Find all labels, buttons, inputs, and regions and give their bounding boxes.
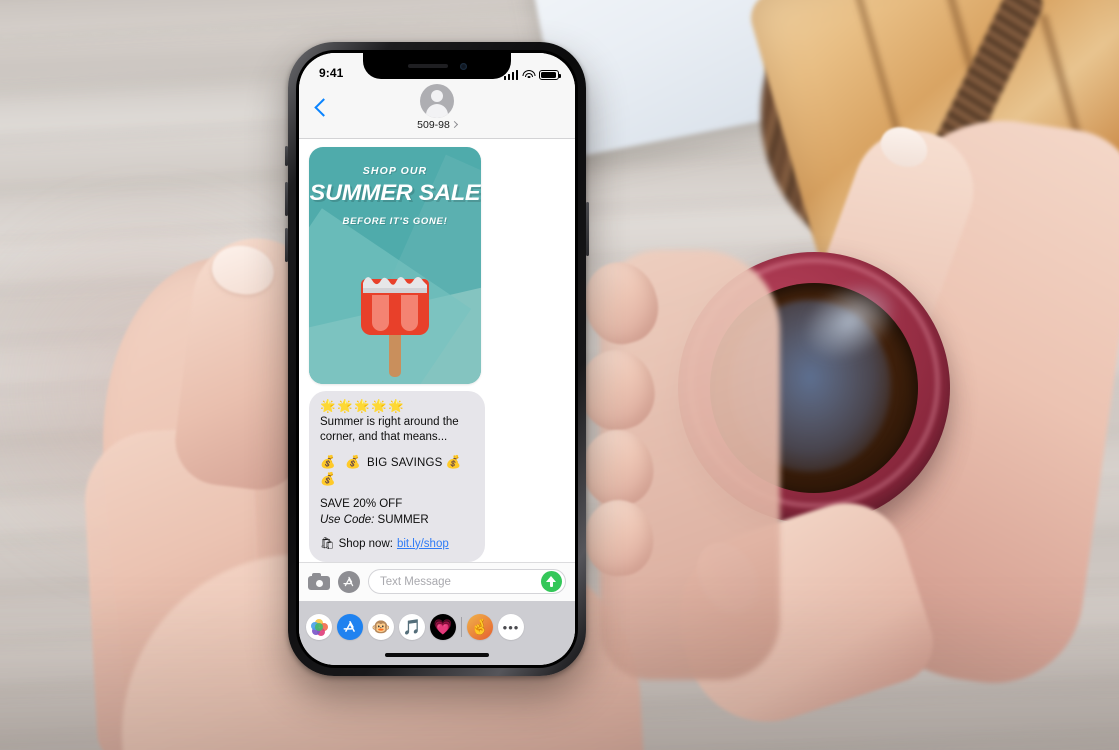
memoji-icon[interactable]: 🐵 bbox=[368, 614, 394, 640]
text-message-input[interactable]: Text Message bbox=[368, 569, 566, 594]
chevron-right-icon bbox=[450, 120, 458, 129]
volume-up-button[interactable] bbox=[285, 182, 288, 216]
drawer-divider bbox=[461, 617, 462, 637]
sale-card-text: SHOP OUR SUMMER SALE BEFORE IT'S GONE! bbox=[309, 147, 481, 227]
power-button[interactable] bbox=[586, 202, 589, 256]
mute-switch[interactable] bbox=[285, 146, 288, 166]
contact-name-button[interactable]: 509-98 bbox=[417, 119, 458, 131]
music-icon[interactable]: 🎵 bbox=[399, 614, 425, 640]
promo-code-value: SUMMER bbox=[377, 513, 429, 526]
cta-line: 🛍 Shop now: bit.ly/shop bbox=[320, 537, 474, 552]
phone-screen: 9:41 509-98 SHOP OUR SUMMER SALE BEFORE … bbox=[299, 53, 575, 665]
message-intro-text: Summer is right around the corner, and t… bbox=[320, 415, 459, 443]
text-message-placeholder: Text Message bbox=[380, 575, 451, 588]
offer-text: SAVE 20% OFF bbox=[320, 498, 403, 511]
photos-icon[interactable] bbox=[306, 614, 332, 640]
popsicle-inner-right bbox=[401, 295, 418, 331]
status-time: 9:41 bbox=[319, 66, 344, 80]
cta-label: Shop now: bbox=[338, 537, 393, 550]
conversation-nav-bar: 509-98 bbox=[299, 83, 575, 139]
contact-avatar-icon[interactable] bbox=[420, 84, 454, 118]
front-camera-icon bbox=[459, 62, 467, 70]
shopping-bags-icon: 🛍 bbox=[320, 537, 335, 550]
sale-eyebrow: SHOP OUR bbox=[362, 165, 428, 177]
popsicle-melting-top bbox=[363, 271, 427, 293]
big-savings-line: 💰 💰 BIG SAVINGS 💰 💰 bbox=[320, 454, 474, 488]
promo-code-line: Use Code: SUMMER bbox=[320, 513, 474, 528]
sale-headline: SUMMER SALE bbox=[309, 180, 481, 205]
received-message-bubble[interactable]: 🌟🌟🌟🌟🌟 Summer is right around the corner,… bbox=[305, 391, 485, 562]
more-icon[interactable]: ••• bbox=[498, 614, 524, 640]
gif-icon[interactable]: 🤞 bbox=[467, 614, 493, 640]
contact-name-label: 509-98 bbox=[417, 119, 450, 131]
sale-subline: BEFORE IT'S GONE! bbox=[342, 215, 448, 227]
app-store-icon[interactable] bbox=[338, 570, 360, 593]
send-arrow-icon[interactable] bbox=[541, 571, 562, 592]
popsicle-icon bbox=[361, 271, 429, 377]
conversation-thread[interactable]: SHOP OUR SUMMER SALE BEFORE IT'S GONE! 🌟… bbox=[299, 139, 575, 562]
shop-link[interactable]: bit.ly/shop bbox=[397, 537, 449, 552]
big-savings-text: BIG SAVINGS bbox=[367, 457, 443, 470]
iphone-device: 9:41 509-98 SHOP OUR SUMMER SALE BEFORE … bbox=[285, 42, 589, 676]
photos-flower-glyph bbox=[310, 618, 328, 636]
fitness-icon[interactable]: 💗 bbox=[430, 614, 456, 640]
camera-icon[interactable] bbox=[308, 573, 330, 590]
contact-header: 509-98 bbox=[299, 84, 575, 131]
imessage-app-drawer[interactable]: 🐵 🎵 💗 🤞 ••• bbox=[299, 601, 575, 647]
battery-icon bbox=[539, 70, 561, 80]
popsicle-stick bbox=[389, 331, 401, 377]
home-indicator-area bbox=[299, 647, 575, 665]
earpiece-speaker-icon bbox=[407, 64, 448, 68]
stars-emoji-line: 🌟🌟🌟🌟🌟 bbox=[320, 399, 406, 414]
message-input-bar: Text Message bbox=[299, 562, 575, 601]
app-store-icon[interactable] bbox=[337, 614, 363, 640]
popsicle-inner-left bbox=[372, 295, 389, 331]
wifi-icon bbox=[522, 70, 535, 80]
summer-sale-image-attachment[interactable]: SHOP OUR SUMMER SALE BEFORE IT'S GONE! bbox=[309, 147, 481, 385]
promo-code-label: Use Code: bbox=[320, 513, 375, 526]
phone-bezel: 9:41 509-98 SHOP OUR SUMMER SALE BEFORE … bbox=[296, 50, 578, 668]
money-bag-emoji-left: 💰 💰 bbox=[320, 455, 364, 470]
volume-down-button[interactable] bbox=[285, 228, 288, 262]
back-chevron-icon[interactable] bbox=[311, 97, 333, 119]
display-notch bbox=[363, 53, 511, 79]
home-indicator[interactable] bbox=[385, 653, 489, 657]
status-indicators bbox=[503, 70, 561, 80]
